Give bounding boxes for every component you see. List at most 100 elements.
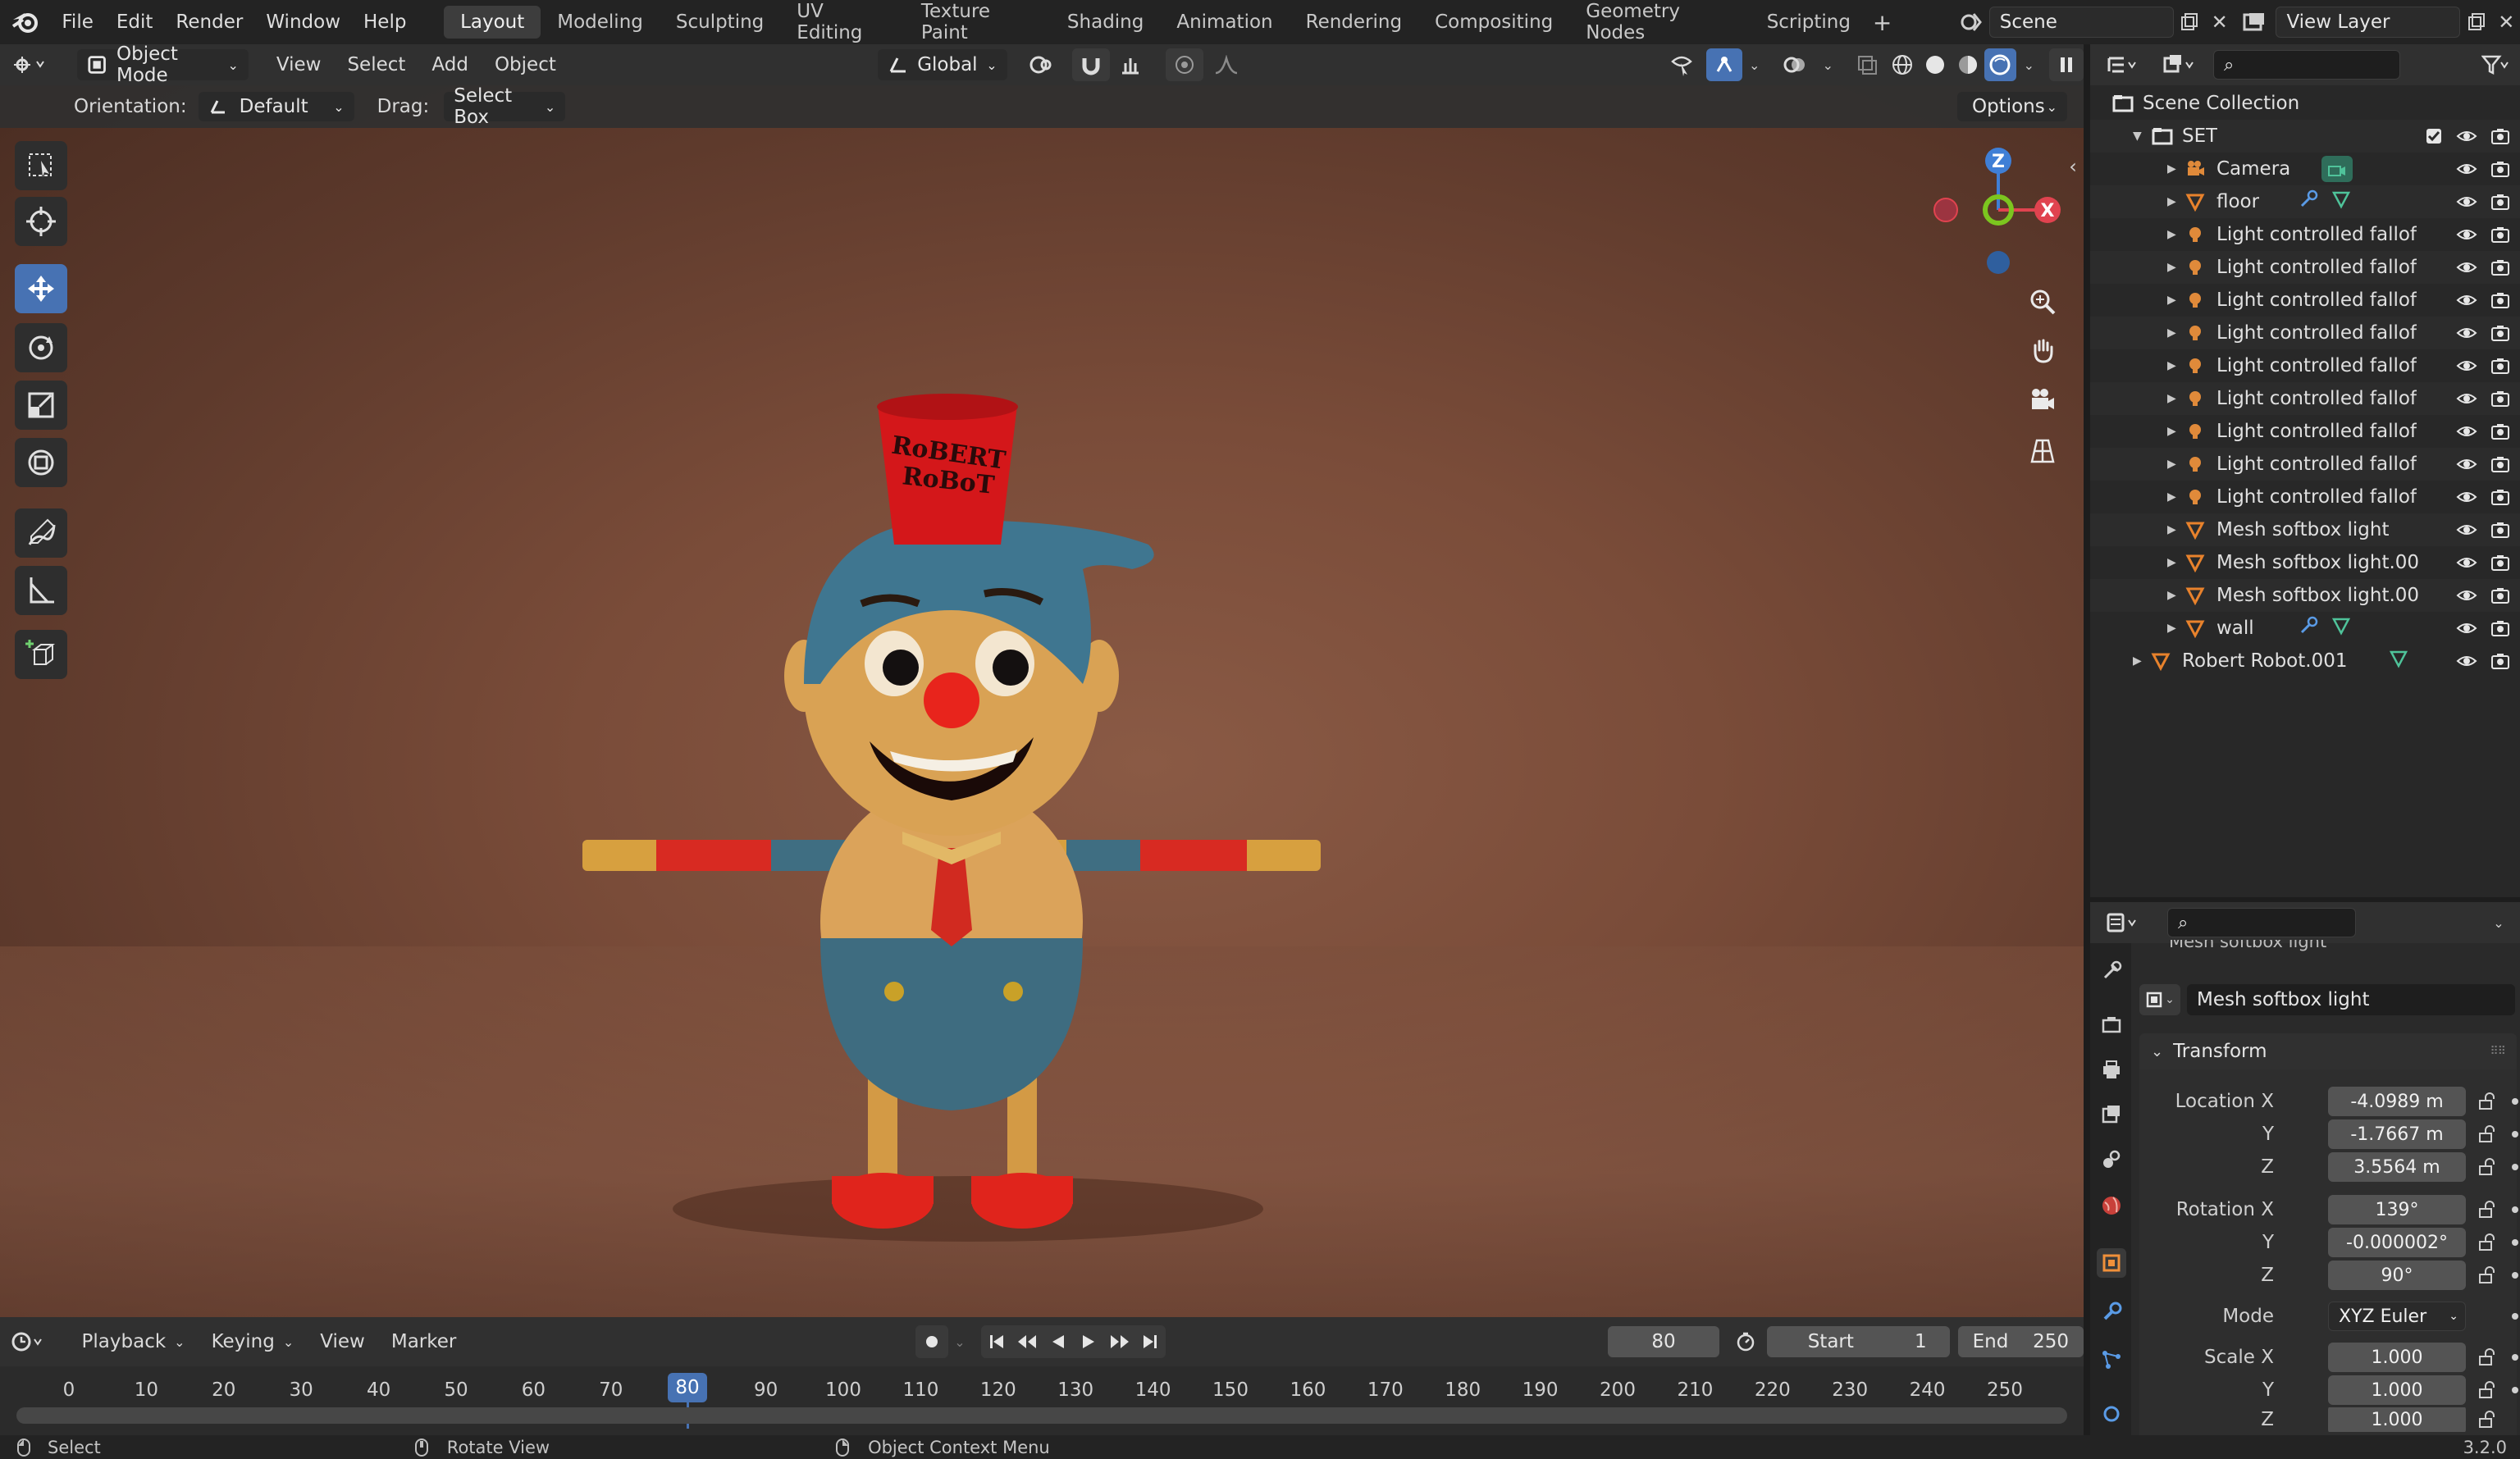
menu-edit[interactable]: Edit — [105, 0, 165, 44]
modifier-wrench-icon[interactable] — [2299, 616, 2318, 641]
expand-arrow-icon[interactable]: ▶ — [2167, 490, 2176, 504]
menu-object[interactable]: Object — [482, 48, 569, 81]
lock-icon[interactable] — [2477, 1233, 2497, 1252]
outliner-item[interactable]: ▶ Mesh softbox light.00 — [2090, 579, 2520, 612]
camera-view-icon[interactable] — [2021, 379, 2064, 422]
add-workspace-icon[interactable]: + — [1867, 6, 1897, 39]
new-view-layer-icon[interactable] — [2460, 6, 2492, 39]
playback-menu[interactable]: Playback ⌄ — [69, 1325, 199, 1358]
eye-icon[interactable] — [2456, 522, 2477, 538]
timeline-view-menu[interactable]: View — [307, 1325, 378, 1358]
location-x-field[interactable]: -4.0989 m — [2328, 1087, 2466, 1116]
outliner-panel[interactable]: ⌕ Scene Collection ▼ SET ▶ Camera ▶ floor ▶ Ligh… — [2090, 44, 2520, 897]
scene-collection-row[interactable]: Scene Collection — [2090, 87, 2520, 120]
marker-menu[interactable]: Marker — [378, 1325, 470, 1358]
transform-tool[interactable] — [15, 438, 67, 487]
render-camera-icon[interactable] — [2490, 422, 2510, 440]
expand-arrow-icon[interactable]: ▶ — [2167, 261, 2176, 274]
modifier-tab-icon[interactable] — [2097, 1297, 2126, 1327]
transform-panel-header[interactable]: ⌄ Transform ⠿⠿ — [2139, 1033, 2517, 1069]
jump-prev-keyframe-icon[interactable] — [1011, 1325, 1043, 1358]
snap-magnet-icon[interactable] — [1072, 48, 1111, 81]
render-camera-icon[interactable] — [2490, 488, 2510, 506]
scale-z-field[interactable]: 1.000 — [2328, 1407, 2466, 1432]
eye-icon[interactable] — [2456, 358, 2477, 374]
render-camera-icon[interactable] — [2490, 455, 2510, 473]
outliner-item[interactable]: ▶ Light controlled fallof — [2090, 382, 2520, 415]
filter-icon[interactable] — [2471, 48, 2520, 81]
output-tab-icon[interactable] — [2097, 1055, 2126, 1084]
display-mode-icon[interactable] — [2151, 48, 2208, 81]
keyframe-dot-icon[interactable] — [2512, 1206, 2518, 1213]
properties-editor-type-icon[interactable] — [2093, 906, 2151, 939]
shading-wireframe-icon[interactable] — [1886, 48, 1919, 81]
lock-icon[interactable] — [2477, 1265, 2497, 1285]
eye-icon[interactable] — [2456, 226, 2477, 243]
properties-panel[interactable]: ⌕ ⌄ Mesh softbox light ⌄ Mesh softbox li… — [2090, 902, 2520, 1435]
pause-render-icon[interactable] — [2049, 48, 2084, 81]
cursor-tool[interactable] — [15, 197, 67, 246]
lock-icon[interactable] — [2477, 1124, 2497, 1144]
delete-view-layer-icon[interactable]: ✕ — [2493, 6, 2520, 39]
rotate-tool[interactable] — [15, 323, 67, 372]
render-camera-icon[interactable] — [2490, 652, 2510, 670]
menu-add[interactable]: Add — [418, 48, 482, 81]
lock-icon[interactable] — [2477, 1092, 2497, 1111]
mesh-data-icon[interactable] — [2331, 189, 2351, 214]
expand-arrow-icon[interactable]: ▶ — [2133, 654, 2142, 668]
jump-end-icon[interactable] — [1134, 1325, 1166, 1358]
expand-arrow-icon[interactable]: ▶ — [2167, 425, 2176, 438]
pan-hand-icon[interactable] — [2021, 330, 2064, 372]
options-dropdown[interactable]: Options ⌄ — [1957, 92, 2067, 121]
expand-arrow-icon[interactable]: ▼ — [2133, 130, 2142, 143]
rotation-mode-dropdown[interactable]: XYZ Euler ⌄ — [2328, 1302, 2466, 1331]
perspective-grid-icon[interactable] — [2021, 430, 2064, 472]
object-name-input[interactable]: Mesh softbox light — [2187, 984, 2515, 1015]
keying-menu[interactable]: Keying ⌄ — [199, 1325, 308, 1358]
tool-tab-icon[interactable] — [2097, 956, 2126, 986]
tab-rendering[interactable]: Rendering — [1290, 6, 1418, 39]
object-tab-icon[interactable] — [2097, 1248, 2126, 1278]
rotation-x-field[interactable]: 139° — [2328, 1195, 2466, 1224]
outliner-item[interactable]: ▶ Light controlled fallof — [2090, 251, 2520, 284]
render-camera-icon[interactable] — [2490, 226, 2510, 244]
outliner-item[interactable]: ▶ Camera — [2090, 153, 2520, 185]
proportional-edit-icon[interactable] — [1165, 48, 1203, 81]
play-icon[interactable] — [1073, 1325, 1105, 1358]
expand-arrow-icon[interactable]: ▶ — [2167, 458, 2176, 471]
location-z-field[interactable]: 3.5564 m — [2328, 1152, 2466, 1182]
scale-y-field[interactable]: 1.000 — [2328, 1375, 2466, 1405]
orientation-dropdown[interactable]: Default ⌄ — [198, 92, 354, 121]
transform-orientation-selector[interactable]: Global ⌄ — [878, 49, 1007, 80]
expand-arrow-icon[interactable]: ▶ — [2167, 556, 2176, 569]
tab-shading[interactable]: Shading — [1051, 6, 1160, 39]
menu-file[interactable]: File — [50, 0, 105, 44]
mesh-data-icon[interactable] — [2389, 649, 2408, 673]
render-camera-icon[interactable] — [2490, 619, 2510, 637]
render-camera-icon[interactable] — [2490, 324, 2510, 342]
expand-arrow-icon[interactable]: ▶ — [2167, 162, 2176, 176]
render-camera-icon[interactable] — [2490, 554, 2510, 572]
keyframe-dot-icon[interactable] — [2512, 1272, 2518, 1279]
keyframe-dot-icon[interactable] — [2512, 1131, 2518, 1138]
expand-arrow-icon[interactable]: ▶ — [2167, 294, 2176, 307]
lock-icon[interactable] — [2477, 1157, 2497, 1177]
drag-dropdown[interactable]: Select Box ⌄ — [444, 85, 566, 128]
3d-viewport[interactable]: RoBERT RoBoT Z X ‹ — [0, 85, 2084, 1317]
eye-icon[interactable] — [2456, 194, 2477, 210]
eye-icon[interactable] — [2456, 456, 2477, 472]
eye-icon[interactable] — [2456, 423, 2477, 440]
world-tab-icon[interactable] — [2097, 1191, 2126, 1220]
expand-arrow-icon[interactable]: ▶ — [2167, 622, 2176, 635]
eye-icon[interactable] — [2456, 259, 2477, 276]
lock-icon[interactable] — [2477, 1410, 2497, 1429]
render-camera-icon[interactable] — [2490, 193, 2510, 211]
menu-window[interactable]: Window — [254, 0, 352, 44]
gizmo-neg-x[interactable] — [1933, 198, 1958, 222]
object-type-selector[interactable]: ⌄ — [2139, 984, 2180, 1015]
mode-selector[interactable]: Object Mode ⌄ — [76, 43, 249, 86]
start-frame-field[interactable]: Start 1 — [1766, 1326, 1950, 1357]
properties-search-input[interactable]: ⌕ — [2167, 908, 2356, 937]
expand-arrow-icon[interactable]: ▶ — [2167, 589, 2176, 602]
tab-layout[interactable]: Layout — [444, 6, 541, 39]
